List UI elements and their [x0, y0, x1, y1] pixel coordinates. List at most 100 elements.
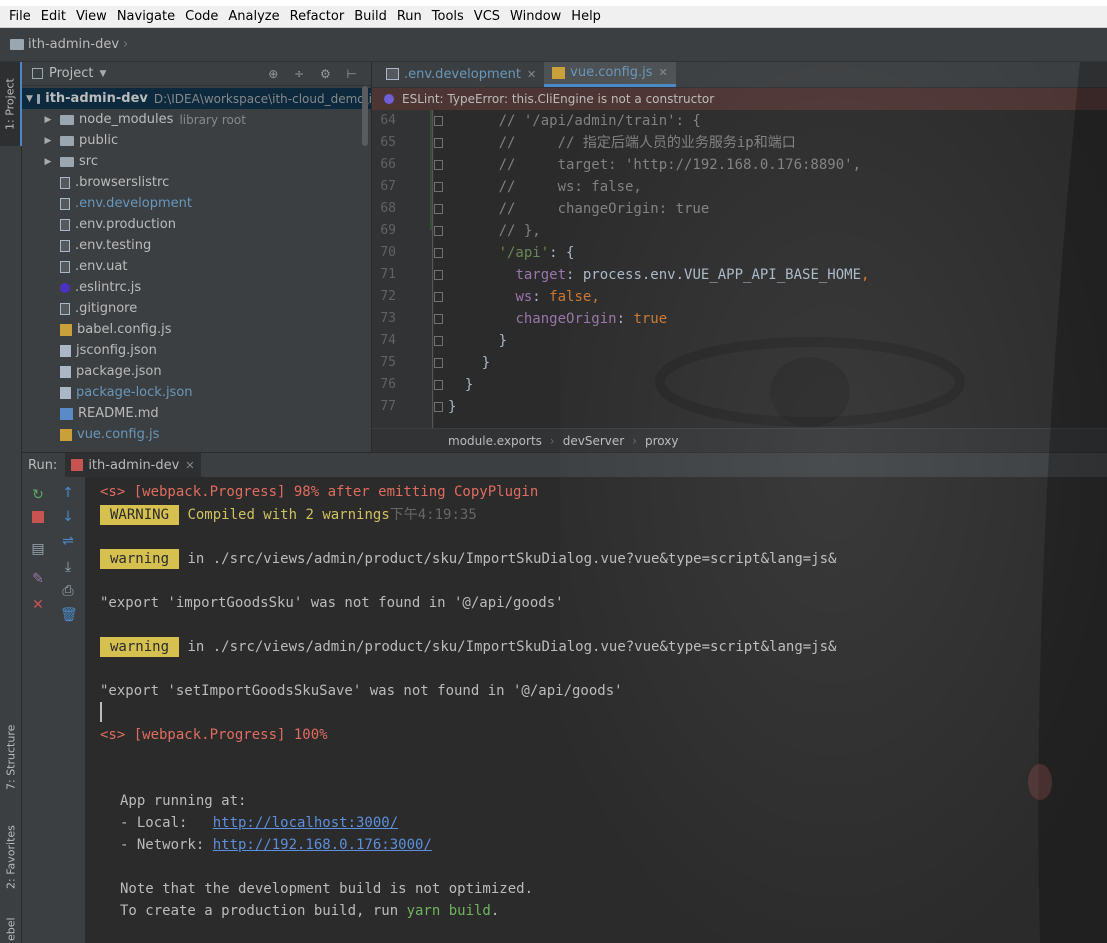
tree-item[interactable]: .env.testing	[22, 235, 371, 256]
fold-marker-icon[interactable]	[434, 358, 443, 368]
fold-marker-icon[interactable]	[434, 314, 443, 324]
trash-icon[interactable]: 🗑	[60, 607, 78, 623]
code-text: '/api': {	[498, 245, 575, 261]
close-icon[interactable]: ✕	[185, 459, 194, 472]
line-number: 73	[380, 311, 396, 326]
code-line[interactable]: 70 '/api': {	[372, 242, 1107, 264]
line-number: 68	[380, 201, 396, 216]
code-line[interactable]: 74 }	[372, 330, 1107, 352]
menu-build[interactable]: Build	[349, 9, 392, 24]
tool-tab-rebel[interactable]: ebel	[0, 914, 22, 943]
menu-edit[interactable]: Edit	[36, 9, 71, 24]
network-url-link[interactable]: http://192.168.0.176:3000/	[213, 837, 432, 853]
project-view-selector[interactable]: Project	[49, 66, 93, 81]
fold-marker-icon[interactable]	[434, 138, 443, 148]
tool-tab-favorites[interactable]: 2: Favorites	[0, 812, 22, 902]
tree-item[interactable]: ▶ public	[22, 130, 371, 151]
close-icon[interactable]: ✕	[659, 66, 668, 79]
tree-item[interactable]: README.md	[22, 403, 371, 424]
tree-item[interactable]: .env.uat	[22, 256, 371, 277]
line-number: 75	[380, 355, 396, 370]
fold-marker-icon[interactable]	[434, 160, 443, 170]
menu-analyze[interactable]: Analyze	[223, 9, 284, 24]
fold-marker-icon[interactable]	[434, 336, 443, 346]
stop-icon[interactable]	[30, 511, 46, 527]
scroll-up-icon[interactable]: ↑	[60, 485, 76, 501]
tree-item-label: .env.testing	[75, 238, 152, 253]
breadcrumb-item[interactable]: devServer	[563, 434, 624, 448]
expand-arrow-icon[interactable]: ▶	[42, 157, 54, 167]
breadcrumb-item[interactable]: module.exports	[448, 434, 542, 448]
nav-project-name[interactable]: ith-admin-dev	[28, 37, 119, 52]
tree-item[interactable]: babel.config.js	[22, 319, 371, 340]
soft-wrap-icon[interactable]: ⇌	[60, 533, 76, 549]
fold-marker-icon[interactable]	[434, 248, 443, 258]
tree-item[interactable]: .gitignore	[22, 298, 371, 319]
tree-item[interactable]: .eslintrc.js	[22, 277, 371, 298]
expand-arrow-icon[interactable]: ▼	[26, 94, 33, 104]
code-line[interactable]: 72 ws: false,	[372, 286, 1107, 308]
project-scrollbar[interactable]	[362, 86, 368, 146]
code-line[interactable]: 76 }	[372, 374, 1107, 396]
layout-icon[interactable]: ▤	[30, 541, 46, 557]
code-line[interactable]: 68 // changeOrigin: true	[372, 198, 1107, 220]
tree-root-row[interactable]: ▼ ith-admin-dev D:\IDEA\workspace\ith-cl…	[22, 88, 371, 109]
fold-marker-icon[interactable]	[434, 402, 443, 412]
tree-item[interactable]: vue.config.js	[22, 424, 371, 445]
tab-vue-config-js[interactable]: vue.config.js ✕	[544, 62, 676, 87]
scroll-down-icon[interactable]: ↓	[60, 509, 76, 525]
console-output[interactable]: <s> [webpack.Progress] 98% after emittin…	[86, 477, 1107, 943]
close-icon[interactable]: ✕	[527, 68, 536, 81]
menu-navigate[interactable]: Navigate	[112, 9, 180, 24]
tool-tab-structure[interactable]: 7: Structure	[0, 712, 22, 802]
print-icon[interactable]: ⎙	[60, 583, 76, 599]
editor-tab-bar: .env.development ✕ vue.config.js ✕	[372, 62, 1107, 88]
rerun-icon[interactable]: ↻	[30, 487, 46, 503]
code-line[interactable]: 69 // },	[372, 220, 1107, 242]
tool-tab-project[interactable]: 1: Project	[0, 62, 22, 146]
expand-arrow-icon[interactable]: ▶	[42, 136, 54, 146]
menu-run[interactable]: Run	[392, 9, 427, 24]
project-panel-tools-icon[interactable]: ⊕ ÷ ⚙ ⊢	[268, 67, 363, 81]
fold-marker-icon[interactable]	[434, 182, 443, 192]
fold-marker-icon[interactable]	[434, 116, 443, 126]
fold-marker-icon[interactable]	[434, 292, 443, 302]
code-line[interactable]: 75 }	[372, 352, 1107, 374]
pin-icon[interactable]: ✎	[30, 571, 46, 587]
tree-item[interactable]: .browserslistrc	[22, 172, 371, 193]
fold-marker-icon[interactable]	[434, 380, 443, 390]
code-line[interactable]: 65 // // 指定后端人员的业务服务ip和端口	[372, 132, 1107, 154]
menu-vcs[interactable]: VCS	[469, 9, 505, 24]
code-line[interactable]: 77}	[372, 396, 1107, 418]
breadcrumb-item[interactable]: proxy	[645, 434, 678, 448]
code-line[interactable]: 64 // '/api/admin/train': {	[372, 110, 1107, 132]
code-line[interactable]: 73 changeOrigin: true	[372, 308, 1107, 330]
code-line[interactable]: 71 target: process.env.VUE_APP_API_BASE_…	[372, 264, 1107, 286]
scroll-to-end-icon[interactable]: ⤓	[60, 559, 76, 575]
menu-refactor[interactable]: Refactor	[285, 9, 350, 24]
menu-code[interactable]: Code	[180, 9, 223, 24]
tree-item[interactable]: package-lock.json	[22, 382, 371, 403]
tree-item[interactable]: .env.production	[22, 214, 371, 235]
expand-arrow-icon[interactable]: ▶	[42, 115, 54, 125]
fold-marker-icon[interactable]	[434, 204, 443, 214]
close-run-icon[interactable]: ✕	[30, 597, 46, 613]
local-url-link[interactable]: http://localhost:3000/	[213, 815, 398, 831]
tab-env-development[interactable]: .env.development ✕	[378, 62, 544, 87]
chevron-down-icon[interactable]: ▼	[99, 69, 106, 79]
tree-item[interactable]: ▶ src	[22, 151, 371, 172]
menu-help[interactable]: Help	[566, 9, 606, 24]
menu-view[interactable]: View	[71, 9, 112, 24]
tree-item[interactable]: jsconfig.json	[22, 340, 371, 361]
menu-file[interactable]: File	[4, 9, 36, 24]
run-tab[interactable]: ith-admin-dev ✕	[65, 452, 201, 478]
menu-tools[interactable]: Tools	[427, 9, 469, 24]
tree-item[interactable]: package.json	[22, 361, 371, 382]
code-line[interactable]: 66 // target: 'http://192.168.0.176:8890…	[372, 154, 1107, 176]
fold-marker-icon[interactable]	[434, 226, 443, 236]
menu-window[interactable]: Window	[505, 9, 566, 24]
code-line[interactable]: 67 // ws: false,	[372, 176, 1107, 198]
fold-marker-icon[interactable]	[434, 270, 443, 280]
tree-item[interactable]: ▶ node_modules library root	[22, 109, 371, 130]
tree-item[interactable]: .env.development	[22, 193, 371, 214]
